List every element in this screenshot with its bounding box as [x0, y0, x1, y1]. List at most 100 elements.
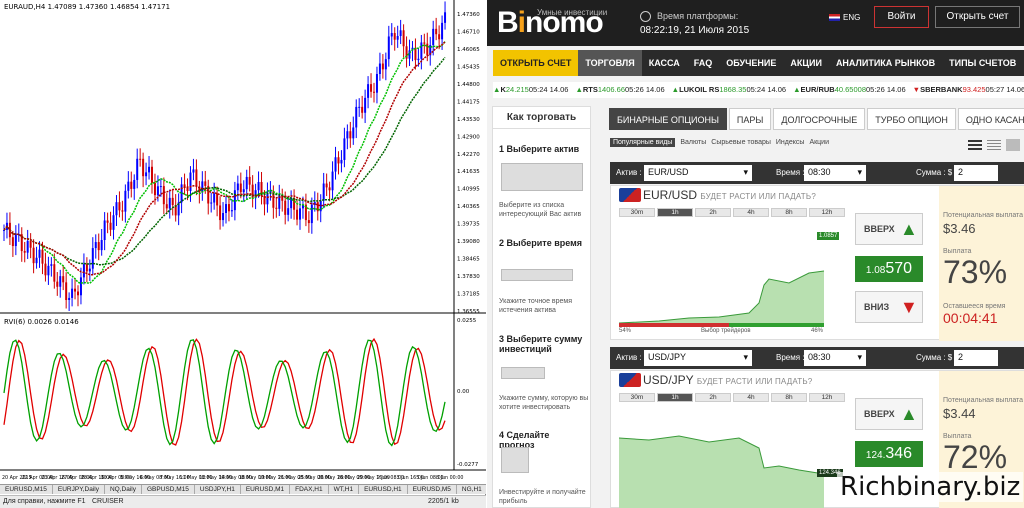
tf-1h[interactable]: 1h [657, 393, 693, 402]
date-tick-label: 8 Jun 00:00 [436, 475, 463, 481]
candle-body [127, 181, 130, 191]
tf-12h[interactable]: 12h [809, 393, 845, 402]
nav-item[interactable]: ОБУЧЕНИЕ [719, 50, 783, 76]
main-tab[interactable]: ОДНО КАСАНИЕ [957, 108, 1024, 130]
chart-tab[interactable]: EURUSD,M1 [241, 485, 291, 494]
time-label: Время платформы: [657, 11, 739, 21]
nav-item[interactable]: АКЦИИ [783, 50, 829, 76]
sub-tab[interactable]: Сырьевые товары [711, 139, 771, 146]
candle-body [373, 91, 375, 93]
candle-body [390, 33, 393, 37]
candle-body [346, 131, 349, 139]
chart-tab[interactable]: EURUSD,M15 [0, 485, 53, 494]
chart-tab[interactable]: EURJPY,Daily [53, 485, 105, 494]
tf-8h[interactable]: 8h [771, 393, 807, 402]
time-select-1[interactable]: 08:30 ▾ [804, 165, 866, 181]
candle-body [74, 288, 77, 292]
tf-2h[interactable]: 2h [695, 208, 731, 217]
sum-input-2[interactable]: 2 [954, 350, 998, 366]
down-button-1[interactable]: ВНИЗ ▼ [855, 291, 923, 323]
chart-tab[interactable]: NG,H1 [457, 485, 486, 494]
candle-body [393, 33, 396, 40]
countdown-value: 00:04:41 [943, 310, 998, 326]
candle-body [201, 181, 204, 193]
ticker-arrow-icon: ▼ [912, 85, 921, 94]
grid-view-icon[interactable] [1006, 138, 1020, 151]
candle-body [361, 106, 364, 113]
candle-body [145, 172, 148, 177]
tf-1h[interactable]: 1h [657, 208, 693, 217]
candle-body [322, 183, 325, 201]
candle-body [91, 248, 94, 269]
nav-item[interactable]: АНАЛИТИКА РЫНКОВ [829, 50, 942, 76]
nav-item[interactable]: ОТКРЫТЬ СЧЕТ [493, 50, 579, 76]
up-button-2[interactable]: ВВЕРХ ▲ [855, 398, 923, 430]
nav-item[interactable]: КАССА [642, 50, 687, 76]
list-view-icon[interactable] [968, 138, 982, 150]
main-tab[interactable]: БИНАРНЫЕ ОПЦИОНЫ [609, 108, 727, 130]
sub-tab[interactable]: Акции [809, 139, 829, 146]
status-bar: Для справки, нажмите F1 CRUISER 2205/1 k… [0, 495, 486, 508]
nav-item[interactable]: FAQ [687, 50, 720, 76]
price-tick-label: 1.36555 [457, 309, 480, 315]
candle-body [41, 249, 44, 264]
chart-tab[interactable]: NQ,Daily [105, 485, 142, 494]
down-label: ВНИЗ [864, 302, 890, 312]
step-3-title: 3 Выберите сумму инвестиций [499, 334, 583, 354]
chart-tab[interactable]: WT,H1 [329, 485, 360, 494]
asset-select-2[interactable]: USD/JPY ▾ [644, 350, 752, 366]
tf-30m[interactable]: 30m [619, 393, 655, 402]
ticker-value: 40.65008 [834, 85, 866, 94]
sub-tab[interactable]: Популярные виды [610, 138, 676, 147]
watermark: Richbinary.biz [837, 472, 1024, 502]
candle-body [213, 193, 216, 203]
chart-tab[interactable]: USDJPY,H1 [195, 485, 241, 494]
candle-body [11, 237, 14, 247]
candle-body [106, 220, 109, 223]
traders-label-1: Выбор трейдеров [701, 328, 751, 334]
time-select-2[interactable]: 08:30 ▾ [804, 350, 866, 366]
candle-body [358, 106, 361, 108]
ticker-time: 05:24 14.06 [746, 85, 787, 94]
uk-flag-icon [829, 14, 840, 22]
asset-select-1[interactable]: EUR/USD ▾ [644, 165, 752, 181]
nav-item[interactable]: ТОРГОВЛЯ [578, 50, 642, 76]
price-tick-label: 1.44800 [457, 82, 480, 88]
tagline: Умные инвестиции [537, 8, 608, 17]
candle-body [159, 186, 162, 188]
ticker-arrow-icon: ▲ [671, 85, 680, 94]
pair-question: БУДЕТ РАСТИ ИЛИ ПАДАТЬ? [700, 192, 816, 201]
main-tab[interactable]: ПАРЫ [728, 108, 772, 130]
main-tab[interactable]: ДОЛГОСРОЧНЫЕ [773, 108, 866, 130]
sub-tab[interactable]: Валюты [680, 139, 706, 146]
chart-tab[interactable]: EURUSD,H1 [359, 485, 408, 494]
chart-tab[interactable]: GBPUSD,M15 [142, 485, 195, 494]
tf-30m[interactable]: 30m [619, 208, 655, 217]
open-account-button[interactable]: Открыть счет [935, 6, 1020, 28]
up-button-1[interactable]: ВВЕРХ ▲ [855, 213, 923, 245]
chart-tab[interactable]: FDAX,H1 [290, 485, 329, 494]
compact-view-icon[interactable] [987, 138, 1001, 150]
price-tick-label: 1.41635 [457, 169, 480, 175]
sub-tab[interactable]: Индексы [776, 139, 805, 146]
tf-4h[interactable]: 4h [733, 208, 769, 217]
sum-input-1[interactable]: 2 [954, 165, 998, 181]
main-tab[interactable]: ТУРБО ОПЦИОН [867, 108, 956, 130]
login-button[interactable]: Войти [874, 6, 929, 28]
tf-12h[interactable]: 12h [809, 208, 845, 217]
chart-tab[interactable]: EURUSD,M5 [408, 485, 457, 494]
price-big: 570 [885, 260, 913, 277]
tf-2h[interactable]: 2h [695, 393, 731, 402]
ticker-name: SBERBANK [920, 85, 963, 94]
candle-body [307, 220, 310, 224]
status-traffic: 2205/1 kb [428, 498, 459, 505]
tf-4h[interactable]: 4h [733, 393, 769, 402]
language-selector[interactable]: ENG [829, 13, 860, 22]
candle-body [35, 257, 38, 264]
tf-8h[interactable]: 8h [771, 208, 807, 217]
price-big: 346 [885, 445, 913, 462]
step-2-desc: Укажите точное время истечения актива [499, 298, 573, 314]
nav-item[interactable]: ТИПЫ СЧЕТОВ [942, 50, 1023, 76]
potential-label: Потенциальная выплата [943, 397, 1024, 404]
candle-body [343, 138, 346, 160]
